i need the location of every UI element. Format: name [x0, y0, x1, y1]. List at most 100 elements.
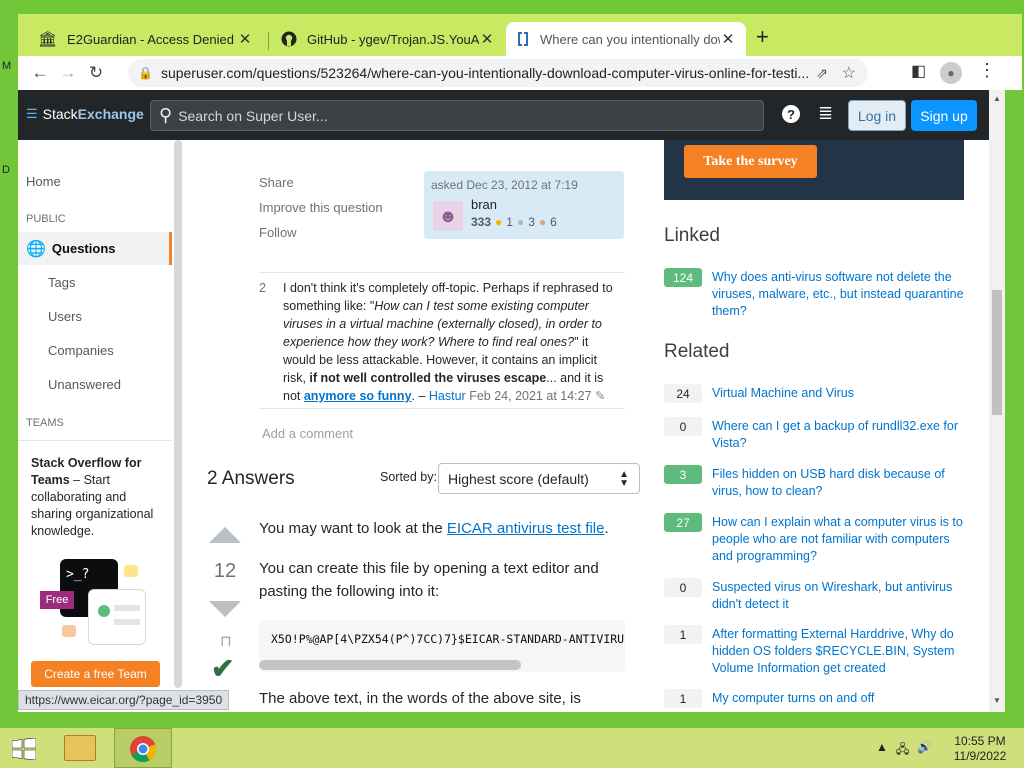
question-link[interactable]: Files hidden on USB hard disk because of…	[712, 466, 966, 500]
page-scrollbar[interactable]: ▲ ▼	[989, 90, 1005, 712]
scroll-down-icon[interactable]: ▼	[993, 696, 1001, 705]
score-badge: 124	[664, 268, 702, 287]
nav-questions[interactable]: 🌐 Questions	[18, 232, 172, 265]
site-switcher-icon[interactable]: ≣	[818, 103, 833, 124]
edit-pencil-icon[interactable]: ✎	[595, 389, 605, 403]
question-list-item[interactable]: 124 Why does anti-virus software not dele…	[664, 268, 964, 318]
question-link[interactable]: My computer turns on and off	[712, 690, 966, 707]
close-icon[interactable]: ✕	[479, 30, 495, 48]
question-link[interactable]: Virtual Machine and Virus	[712, 385, 966, 402]
help-icon[interactable]: ?	[782, 105, 800, 123]
comment-user[interactable]: Hastur	[429, 389, 466, 403]
left-scrollbar[interactable]	[174, 140, 182, 688]
question-list-item[interactable]: 0 Suspected virus on Wireshark, but antiv…	[664, 578, 964, 623]
user-card: asked Dec 23, 2012 at 7:19 ☻ bran 333 ● 1…	[424, 171, 624, 239]
browser-tab-active[interactable]: Where can you intentionally dow ✕	[506, 22, 746, 56]
share-icon[interactable]: ⇗	[816, 65, 828, 82]
close-icon[interactable]: ✕	[237, 30, 253, 48]
comment-date: Feb 24, 2021 at 14:27	[469, 389, 592, 403]
back-icon[interactable]: ←	[26, 59, 54, 87]
take-survey-button[interactable]: Take the survey	[684, 145, 817, 178]
question-list-item[interactable]: 24 Virtual Machine and Virus	[664, 384, 964, 414]
question-list-item[interactable]: 0 Where can I get a backup of rundll32.ex…	[664, 417, 964, 462]
reload-icon[interactable]: ↻	[82, 59, 110, 87]
menu-kebab-icon[interactable]: ⋮	[978, 60, 996, 81]
signup-button[interactable]: Sign up	[911, 100, 977, 131]
downvote-button[interactable]	[209, 601, 241, 617]
forward-icon[interactable]: →	[54, 59, 82, 87]
select-arrows-icon: ▲ ▼	[619, 468, 629, 489]
comment-text: I don't think it's completely off-topic.…	[283, 281, 613, 403]
score-badge: 27	[664, 513, 702, 532]
question-list-item[interactable]: 27 How can I explain what a computer viru…	[664, 513, 964, 575]
profile-avatar[interactable]: ●	[940, 62, 962, 84]
teams-promo: Stack Overflow for Teams – Start collabo…	[18, 440, 172, 712]
follow-link[interactable]: Follow	[259, 225, 297, 240]
question-list-item[interactable]: 3 Files hidden on USB hard disk because o…	[664, 465, 964, 510]
question-list-item[interactable]: 1 After formatting External Harddrive, Wh…	[664, 625, 964, 687]
nav-section-teams: TEAMS	[26, 417, 64, 429]
answer-paragraph: You may want to look at the EICAR antivi…	[259, 520, 609, 537]
share-link[interactable]: Share	[259, 175, 294, 190]
score-badge: 0	[664, 417, 702, 436]
eicar-link[interactable]: EICAR antivirus test file	[447, 520, 605, 537]
scroll-thumb[interactable]	[992, 290, 1002, 415]
address-bar[interactable]: 🔒 superuser.com/questions/523264/where-c…	[128, 59, 868, 87]
answer-paragraph: The above text, in the words of the abov…	[259, 690, 581, 707]
comment-link[interactable]: anymore so funny	[304, 389, 412, 403]
browser-tab[interactable]: 🏛 E2Guardian - Access Denied ✕	[28, 22, 263, 56]
nav-users[interactable]: Users	[48, 309, 82, 324]
side-panel-icon[interactable]: ◧	[911, 61, 926, 81]
chrome-icon	[130, 736, 157, 763]
search-icon: ⚲	[159, 105, 173, 125]
clock-time: 10:55 PM	[954, 734, 1006, 748]
avatar[interactable]: ☻	[433, 201, 463, 231]
question-link[interactable]: After formatting External Harddrive, Why…	[712, 626, 966, 677]
bookmark-icon[interactable]: ⊓	[220, 632, 232, 650]
question-link[interactable]: Where can I get a backup of rundll32.exe…	[712, 418, 966, 452]
login-button[interactable]: Log in	[848, 100, 906, 131]
score-badge: 1	[664, 625, 702, 644]
question-link[interactable]: Why does anti-virus software not delete …	[712, 269, 966, 320]
close-icon[interactable]: ✕	[720, 30, 736, 48]
stackexchange-logo[interactable]: ☰ Stack Exchange	[26, 106, 144, 122]
teams-free-badge: Free	[40, 591, 74, 609]
file-explorer-icon[interactable]	[64, 735, 96, 761]
search-input[interactable]: ⚲ Search on Super User...	[150, 100, 764, 131]
sort-select[interactable]: Highest score (default) ▲ ▼	[438, 463, 640, 494]
new-tab-icon[interactable]: +	[756, 24, 769, 50]
code-scrollbar[interactable]	[259, 660, 521, 670]
question-link[interactable]: Suspected virus on Wireshark, but antivi…	[712, 579, 966, 613]
nav-companies[interactable]: Companies	[48, 343, 114, 358]
tab-title: E2Guardian - Access Denied	[67, 31, 234, 47]
chevron-up-icon[interactable]: ▲	[876, 740, 888, 761]
windows-start-icon[interactable]	[12, 738, 36, 760]
create-team-button[interactable]: Create a free Team	[31, 661, 160, 687]
upvote-button[interactable]	[209, 527, 241, 543]
building-icon: 🏛	[38, 31, 58, 48]
comment-score: 2	[259, 281, 266, 295]
improve-question-link[interactable]: Improve this question	[259, 200, 383, 215]
nav-tags[interactable]: Tags	[48, 275, 75, 290]
left-sidebar: Home PUBLIC 🌐 Questions Tags Users Compa…	[18, 140, 182, 712]
network-icon[interactable]: 🖧	[896, 740, 909, 761]
clock[interactable]: 10:55 PM 11/9/2022	[950, 734, 1010, 764]
add-comment-link[interactable]: Add a comment	[262, 426, 353, 441]
scroll-up-icon[interactable]: ▲	[993, 94, 1001, 103]
asked-date: asked Dec 23, 2012 at 7:19	[431, 178, 578, 192]
chrome-taskbar-button[interactable]	[114, 728, 172, 768]
browser-tab[interactable]: GitHub - ygev/Trojan.JS.YouAreA ✕	[271, 22, 505, 56]
score-badge: 0	[664, 578, 702, 597]
url-text: superuser.com/questions/523264/where-can…	[160, 65, 810, 81]
answer-score: 12	[213, 560, 237, 582]
teams-illustration: >_? Free	[40, 559, 150, 649]
score-badge: 1	[664, 689, 702, 708]
volume-icon[interactable]: 🔊	[917, 740, 932, 761]
lock-icon: 🔒	[138, 66, 153, 80]
question-link[interactable]: How can I explain what a computer virus …	[712, 514, 966, 565]
nav-unanswered[interactable]: Unanswered	[48, 377, 121, 392]
bookmark-star-icon[interactable]: ☆	[842, 63, 856, 83]
question-list-item[interactable]: 1 My computer turns on and off	[664, 689, 964, 709]
nav-home[interactable]: Home	[26, 174, 61, 189]
user-name[interactable]: bran	[471, 197, 497, 212]
